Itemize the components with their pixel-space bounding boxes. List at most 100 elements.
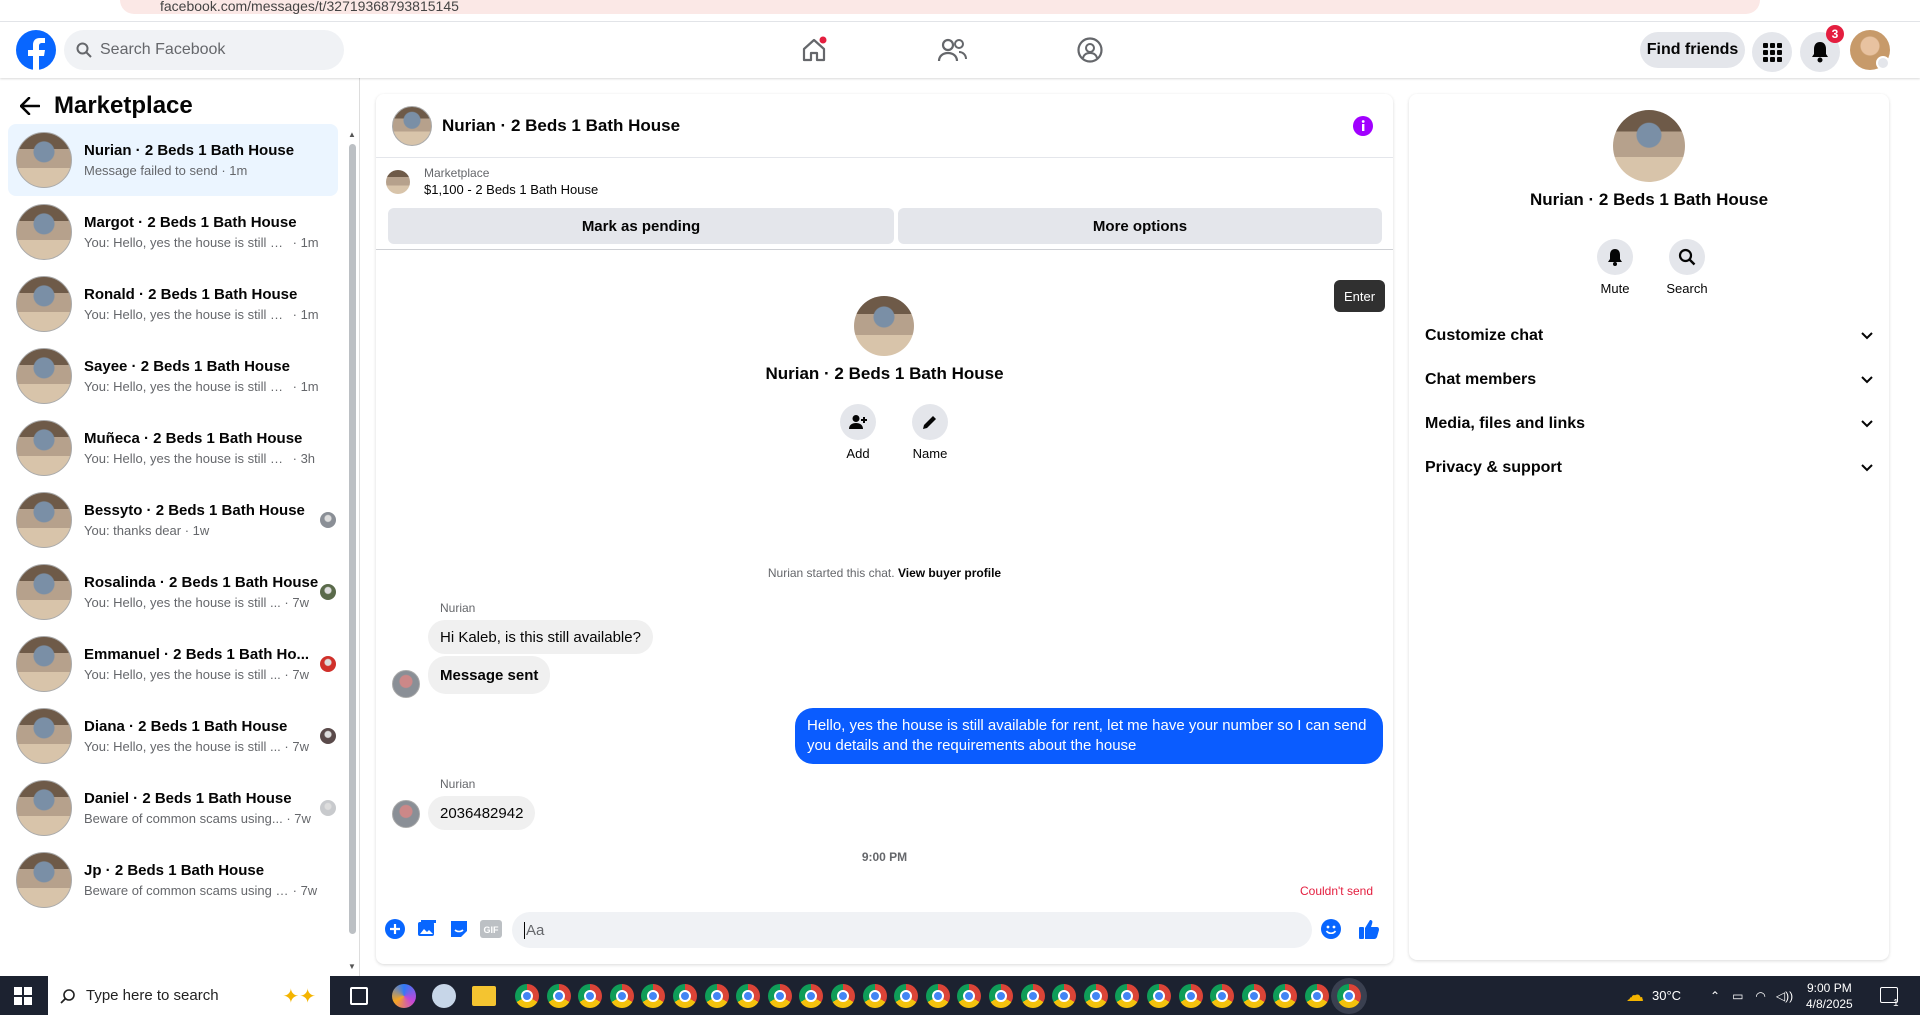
emoji-icon[interactable]	[1320, 918, 1342, 940]
conversation-item[interactable]: Diana · 2 Beds 1 Bath House You: Hello, y…	[8, 700, 338, 772]
menu-grid-icon[interactable]	[1752, 32, 1792, 72]
task-view-icon[interactable]	[350, 987, 368, 1005]
conversation-item[interactable]: Margot · 2 Beds 1 Bath House You: Hello, …	[8, 196, 338, 268]
edit-name-button[interactable]: Name	[900, 404, 960, 461]
groups-icon[interactable]	[1072, 32, 1108, 68]
incoming-message-bubble[interactable]: Message sent	[428, 656, 551, 694]
friends-icon[interactable]	[934, 32, 970, 68]
scroll-down-arrow-icon[interactable]: ▼	[348, 962, 356, 971]
view-buyer-profile-link[interactable]: View buyer profile	[898, 566, 1001, 580]
section-label: Customize chat	[1425, 327, 1544, 344]
sender-avatar[interactable]	[392, 670, 420, 698]
chrome-taskbar-icon[interactable]	[673, 984, 697, 1008]
chat-header-avatar[interactable]	[392, 105, 432, 146]
chrome-taskbar-icon[interactable]	[989, 984, 1013, 1008]
chrome-taskbar-icon[interactable]	[641, 984, 666, 1008]
plus-circle-icon[interactable]	[384, 918, 406, 940]
listing-title[interactable]: $1,100 - 2 Beds 1 Bath House	[424, 182, 598, 197]
details-avatar[interactable]	[1613, 110, 1685, 182]
chrome-taskbar-icon[interactable]	[799, 984, 824, 1008]
back-arrow-icon[interactable]	[20, 97, 40, 115]
chrome-taskbar-icon[interactable]	[1052, 984, 1077, 1008]
chrome-taskbar-icon[interactable]	[862, 984, 887, 1008]
thumbs-up-icon[interactable]	[1358, 918, 1380, 940]
clock[interactable]: 9:00 PM 4/8/2025	[1806, 976, 1853, 1015]
privacy-support-section[interactable]: Privacy & support	[1425, 448, 1873, 488]
chevron-down-icon[interactable]	[1876, 56, 1890, 70]
chrome-taskbar-icon[interactable]	[957, 984, 982, 1008]
address-bar[interactable]: facebook.com/messages/t/3271936879381514…	[120, 0, 1760, 14]
listing-thumbnail[interactable]	[386, 170, 410, 194]
copilot-icon[interactable]	[392, 984, 416, 1008]
conversation-item[interactable]: Jp · 2 Beds 1 Bath House Beware of common…	[8, 844, 338, 916]
find-friends-button[interactable]: Find friends	[1640, 32, 1745, 68]
chrome-taskbar-icon[interactable]	[894, 984, 919, 1008]
chrome-taskbar-icon[interactable]	[1305, 984, 1329, 1008]
add-member-button[interactable]: Add	[828, 404, 888, 461]
system-tray-icons[interactable]: ⌃ ▭ ◠ ◁))	[1710, 976, 1793, 1015]
mute-button[interactable]: Mute	[1585, 239, 1645, 296]
chat-members-section[interactable]: Chat members	[1425, 360, 1873, 400]
more-options-button[interactable]: More options	[898, 208, 1382, 244]
conversation-time: 1m	[229, 163, 248, 178]
notification-center-count: 1	[1893, 998, 1899, 1009]
chrome-taskbar-icon[interactable]	[1241, 984, 1266, 1008]
facebook-search-input[interactable]: Search Facebook	[64, 30, 344, 70]
incoming-message-bubble[interactable]: Hi Kaleb, is this still available?	[428, 620, 653, 654]
chrome-taskbar-icon[interactable]	[831, 984, 855, 1008]
chrome-taskbar-icon[interactable]	[925, 984, 950, 1008]
chrome-taskbar-icon[interactable]	[704, 984, 729, 1008]
chrome-taskbar-icon[interactable]	[1020, 984, 1045, 1008]
chrome-taskbar-icon[interactable]	[1273, 984, 1298, 1008]
conversation-item[interactable]: Ronald · 2 Beds 1 Bath House You: Hello, …	[8, 268, 338, 340]
facebook-logo-icon[interactable]	[16, 30, 56, 70]
chrome-taskbar-icon[interactable]	[1178, 984, 1203, 1008]
conversation-item[interactable]: Nurian · 2 Beds 1 Bath House Message fail…	[8, 124, 338, 196]
conversation-item[interactable]: Bessyto · 2 Beds 1 Bath House You: thanks…	[8, 484, 338, 556]
photo-icon[interactable]	[416, 918, 438, 940]
gif-icon[interactable]: GIF	[480, 918, 502, 940]
incoming-message-bubble[interactable]: 2036482942	[428, 796, 536, 830]
info-icon[interactable]	[1353, 116, 1373, 136]
mark-as-pending-button[interactable]: Mark as pending	[388, 208, 894, 244]
media-files-links-section[interactable]: Media, files and links	[1425, 404, 1873, 444]
chrome-taskbar-icon[interactable]	[736, 984, 761, 1008]
sender-avatar[interactable]	[392, 800, 420, 828]
weather-widget[interactable]: ☁ 30°C	[1626, 976, 1681, 1015]
sticker-icon[interactable]	[448, 918, 470, 940]
conversation-name: Margot · 2 Beds 1 Bath House	[84, 214, 297, 231]
send-failed-notice[interactable]: Couldn't send	[1300, 884, 1373, 898]
chrome-taskbar-icon[interactable]	[1115, 984, 1140, 1008]
browser-toolbar: facebook.com/messages/t/3271936879381514…	[0, 0, 1920, 22]
chat-profile-avatar[interactable]	[854, 296, 914, 356]
conversation-item[interactable]: Emmanuel · 2 Beds 1 Bath Ho... You: Hello…	[8, 628, 338, 700]
taskbar-search-input[interactable]: Type here to search ✦✦	[48, 976, 330, 1015]
chrome-taskbar-icon[interactable]	[609, 984, 634, 1008]
customize-chat-section[interactable]: Customize chat	[1425, 316, 1873, 356]
conversation-item[interactable]: Muñeca · 2 Beds 1 Bath House You: Hello, …	[8, 412, 338, 484]
chrome-taskbar-icon[interactable]	[1210, 984, 1235, 1008]
conversation-avatar	[16, 276, 72, 332]
chrome-taskbar-icon[interactable]	[1147, 984, 1171, 1008]
windows-start-icon[interactable]	[14, 987, 32, 1005]
chrome-taskbar-icon[interactable]	[767, 984, 792, 1008]
chrome-taskbar-icon[interactable]	[578, 984, 603, 1008]
message-input[interactable]: Aa	[512, 912, 1312, 948]
search-in-conversation-button[interactable]: Search	[1657, 239, 1717, 296]
conversation-preview: Beware of common scams using...	[84, 811, 283, 826]
chrome-taskbar-icon[interactable]	[546, 984, 571, 1008]
scrollbar-thumb[interactable]	[349, 144, 356, 934]
chrome-taskbar-icon[interactable]	[515, 984, 539, 1008]
scroll-up-arrow-icon[interactable]: ▲	[348, 130, 356, 139]
file-explorer-icon[interactable]	[472, 986, 496, 1006]
outgoing-message-bubble[interactable]: Hello, yes the house is still available …	[795, 708, 1383, 764]
conversation-item[interactable]: Daniel · 2 Beds 1 Bath House Beware of co…	[8, 772, 338, 844]
chrome-taskbar-icon[interactable]	[1083, 984, 1108, 1008]
conversation-item[interactable]: Sayee · 2 Beds 1 Bath House You: Hello, y…	[8, 340, 338, 412]
chat-title[interactable]: Nurian · 2 Beds 1 Bath House	[442, 116, 680, 136]
home-icon[interactable]	[796, 32, 832, 68]
sidebar-scrollbar[interactable]: ▲ ▼	[348, 130, 356, 972]
chrome-taskbar-icon[interactable]	[1336, 984, 1361, 1008]
conversation-item[interactable]: Rosalinda · 2 Beds 1 Bath House You: Hell…	[8, 556, 338, 628]
app-icon[interactable]	[432, 984, 456, 1008]
